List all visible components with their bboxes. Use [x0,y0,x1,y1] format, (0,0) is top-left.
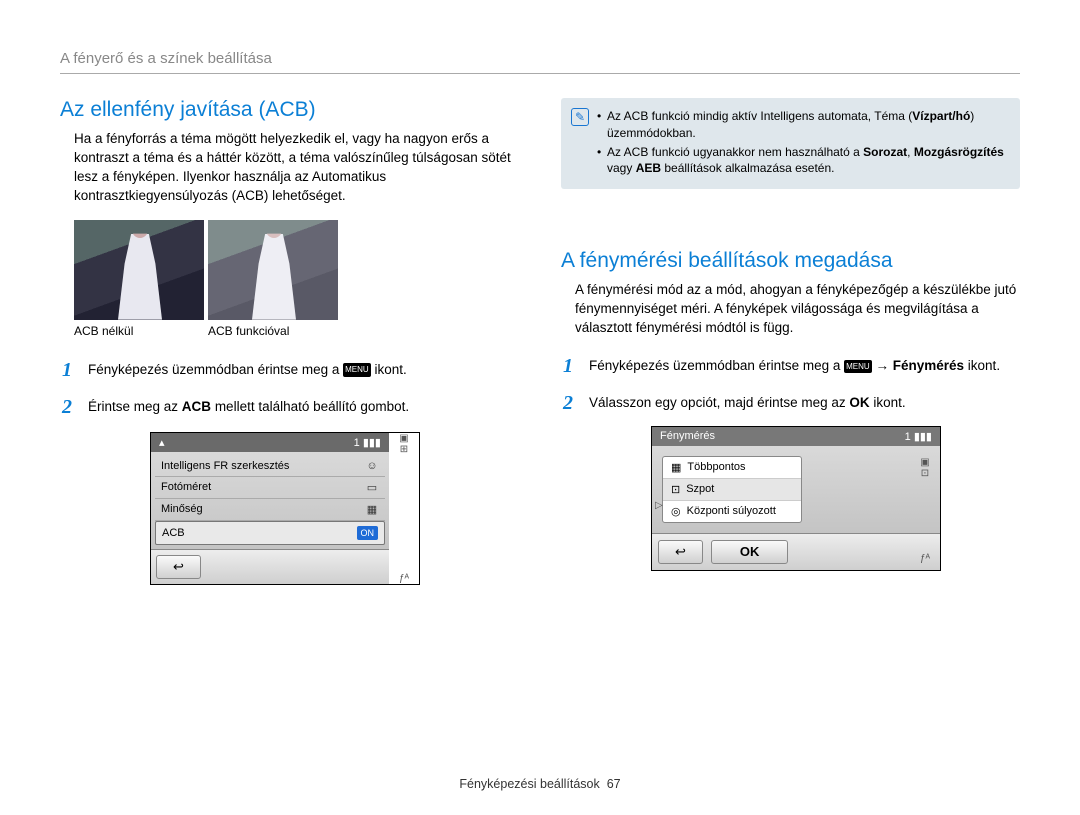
option-center[interactable]: ◎ Központi súlyozott [663,501,801,522]
metering-description: A fénymérési mód az a mód, ahogyan a fén… [561,281,1020,338]
quality-icon: ▦ [365,503,379,516]
note-line-2: Az ACB funkció ugyanakkor nem használhat… [597,144,1008,178]
metering-options: ▦ Többpontos ⊡ Szpot ◎ Központi súlyozot… [662,456,802,523]
rs1-arrow: → [875,358,892,373]
opt-label: Többpontos [687,461,745,473]
up-arrow-icon: ▴ [159,436,165,449]
left-column: Az ellenfény javítása (ACB) Ha a fényfor… [60,98,519,585]
list-item[interactable]: Intelligens FR szerkesztés ☺ [155,456,385,477]
flash-icon: ƒᴬ [399,573,409,584]
page-number: 67 [607,777,621,791]
step-number: 2 [563,389,581,418]
list-item[interactable]: Minőség ▦ [155,499,385,521]
photo-without-acb [74,220,204,320]
page-footer: Fényképezési beállítások 67 [0,777,1080,791]
option-multi[interactable]: ▦ Többpontos [663,457,801,479]
multi-icon: ▦ [671,461,681,474]
note-icon: ✎ [571,108,589,126]
mode-icon: ▣ [399,433,408,444]
page-header: A fényerő és a színek beállítása [60,50,1020,74]
face-icon: ☺ [365,460,379,472]
img-icon: ⊞ [400,444,408,455]
step-number: 2 [62,393,80,422]
back-button[interactable]: ↩ [156,555,201,579]
section-title-metering: A fénymérési beállítások megadása [561,249,1020,273]
rs1-a: Fényképezés üzemmódban érintse meg a [589,358,844,373]
row-label: Intelligens FR szerkesztés [161,460,289,472]
option-spot[interactable]: ⊡ Szpot [663,479,801,501]
caption-without-acb: ACB nélkül [74,324,204,338]
camera-side-icons: ▣ ⊡ ƒᴬ [916,457,934,564]
caption-with-acb: ACB funkcióval [208,324,338,338]
camera-topbar: ▴ 1 ▮▮▮ [151,433,389,452]
right-column: ✎ Az ACB funkció mindig aktív Intelligen… [561,98,1020,585]
back-button[interactable]: ↩ [658,540,703,564]
camera-bottombar: ↩ [151,549,389,584]
ok-label: OK [849,395,869,410]
menu-icon: MENU [343,363,371,377]
settings-list: Intelligens FR szerkesztés ☺ Fotóméret ▭… [151,452,389,549]
camera-topbar: Fénymérés 1 ▮▮▮ [652,427,940,446]
right-step-2: 2 Válasszon egy opciót, majd érintse meg… [561,389,1020,418]
spot-icon: ⊡ [671,483,680,496]
counter: 1 [905,431,911,443]
photo-with-acb [208,220,338,320]
rs2-a: Válasszon egy opciót, majd érintse meg a… [589,395,849,410]
section-title-acb: Az ellenfény javítása (ACB) [60,98,519,122]
photo-captions: ACB nélkül ACB funkcióval [60,324,519,338]
on-toggle[interactable]: ON [357,526,379,540]
left-step-2: 2 Érintse meg az ACB mellett található b… [60,393,519,422]
flash-icon: ƒᴬ [920,553,930,564]
step1-text-b: ikont. [374,362,406,377]
camera-side-icons: ▣ ⊞ ƒᴬ [389,433,419,584]
menu-icon: MENU [844,360,872,374]
row-label: Fotóméret [161,481,211,493]
selection-arrow-icon: ▷ [655,500,663,511]
step2-bold: ACB [182,399,211,414]
left-step-1: 1 Fényképezés üzemmódban érintse meg a M… [60,356,519,385]
center-icon: ◎ [671,505,681,518]
battery-icon: ▮▮▮ [363,437,381,449]
row-label: ACB [162,527,185,539]
step1-text-a: Fényképezés üzemmódban érintse meg a [88,362,343,377]
step-number: 1 [62,356,80,385]
battery-icon: ▮▮▮ [914,431,932,443]
step2-text-a: Érintse meg az [88,399,182,414]
list-item[interactable]: Fotóméret ▭ [155,477,385,499]
opt-label: Központi súlyozott [687,505,776,517]
camera-bottombar: ↩ OK [652,533,940,570]
footer-section: Fényképezési beállítások [459,777,599,791]
note-line-1: Az ACB funkció mindig aktív Intelligens … [597,108,1008,142]
spot-side-icon: ⊡ [921,468,929,479]
camera-ui-acb: ▴ 1 ▮▮▮ Intelligens FR szerkesztés ☺ Fot… [150,432,420,585]
info-note: ✎ Az ACB funkció mindig aktív Intelligen… [561,98,1020,189]
camera-ui-metering: Fénymérés 1 ▮▮▮ ▷ ▦ Többpontos ⊡ Szpot ◎ [651,426,941,571]
mode-icon: ▣ [920,457,929,468]
rs1-bold: Fénymérés [893,358,964,373]
size-icon: ▭ [365,481,379,494]
screen-title: Fénymérés [660,430,715,442]
acb-description: Ha a fényforrás a téma mögött helyezkedi… [60,130,519,206]
step-number: 1 [563,352,581,381]
comparison-photos [60,220,519,320]
two-column-layout: Az ellenfény javítása (ACB) Ha a fényfor… [60,98,1020,585]
ok-button[interactable]: OK [711,540,789,564]
opt-label: Szpot [686,483,714,495]
step2-text-b: mellett található beállító gombot. [215,399,409,414]
counter: 1 [354,437,360,449]
row-label: Minőség [161,503,203,515]
right-step-1: 1 Fényképezés üzemmódban érintse meg a M… [561,352,1020,381]
list-item-acb[interactable]: ACB ON [155,521,385,545]
rs1-b: ikont. [968,358,1000,373]
rs2-b: ikont. [873,395,905,410]
